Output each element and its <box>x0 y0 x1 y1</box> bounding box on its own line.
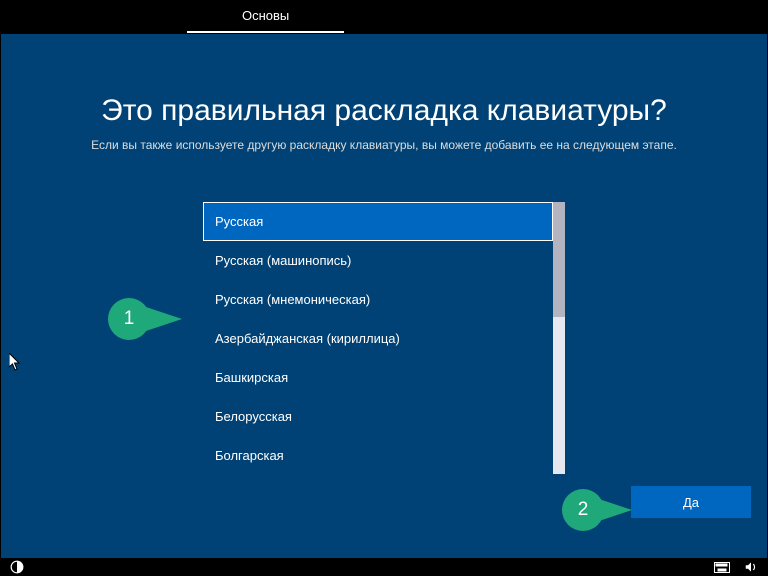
keyboard-icon[interactable] <box>714 562 730 573</box>
top-bar: Основы <box>0 0 768 33</box>
taskbar <box>0 558 768 576</box>
keyboard-layout-list[interactable]: РусскаяРусская (машинопись)Русская (мнем… <box>203 202 553 474</box>
keyboard-layout-item[interactable]: Болгарская <box>203 436 553 474</box>
keyboard-layout-item[interactable]: Русская <box>203 202 553 241</box>
keyboard-layout-item[interactable]: Азербайджанская (кириллица) <box>203 319 553 358</box>
keyboard-layout-item[interactable]: Башкирская <box>203 358 553 397</box>
keyboard-layout-item[interactable]: Белорусская <box>203 397 553 436</box>
tab-basics[interactable]: Основы <box>187 0 344 33</box>
yes-button[interactable]: Да <box>631 486 751 518</box>
scrollbar-thumb[interactable] <box>553 202 565 317</box>
main-panel: Это правильная раскладка клавиатуры? Есл… <box>1 34 767 558</box>
scrollbar[interactable] <box>553 202 565 474</box>
keyboard-layout-listbox: РусскаяРусская (машинопись)Русская (мнем… <box>203 202 565 474</box>
page-title: Это правильная раскладка клавиатуры? <box>1 94 767 128</box>
keyboard-layout-item[interactable]: Русская (машинопись) <box>203 241 553 280</box>
accessibility-icon[interactable] <box>10 560 24 574</box>
page-subtitle: Если вы также используете другую расклад… <box>1 138 767 152</box>
keyboard-layout-item[interactable]: Русская (мнемоническая) <box>203 280 553 319</box>
volume-icon[interactable] <box>744 560 758 574</box>
